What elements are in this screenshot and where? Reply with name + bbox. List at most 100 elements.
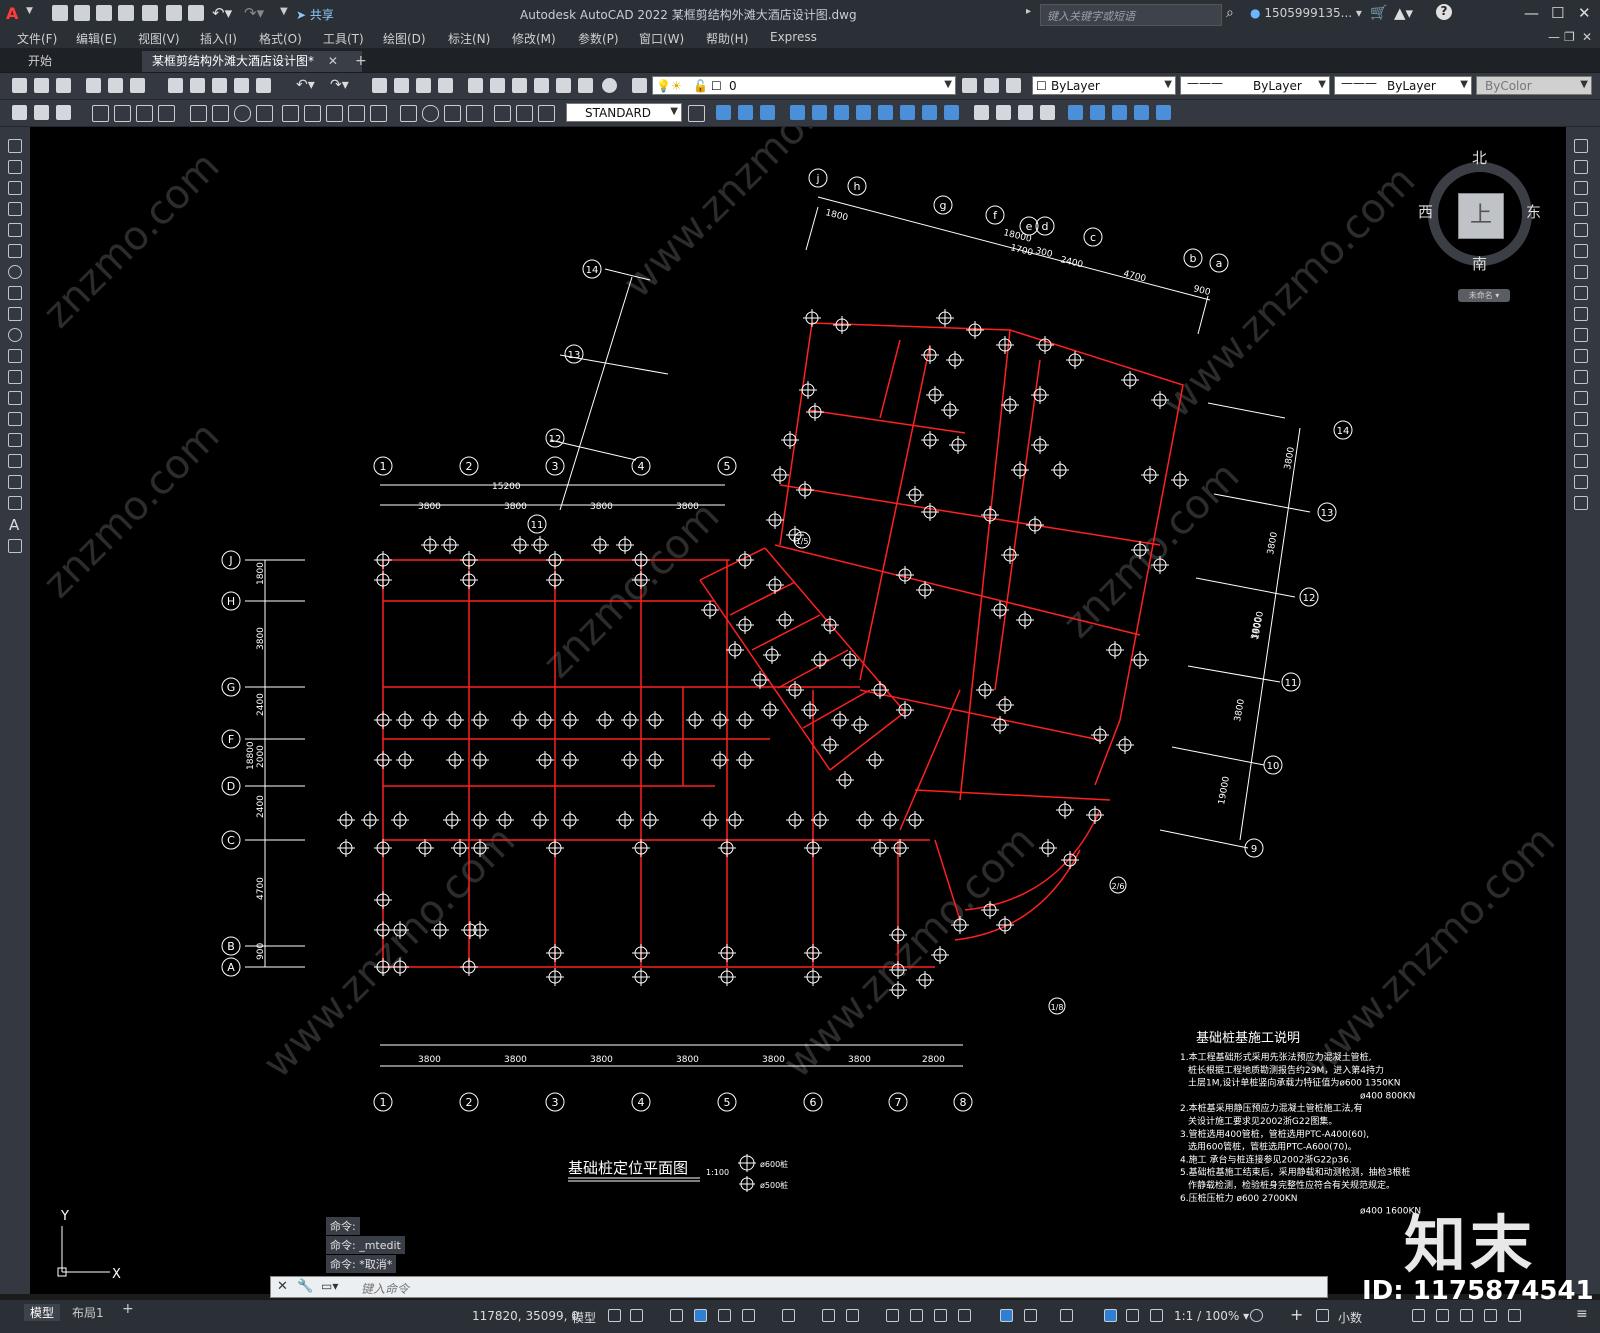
extend-icon[interactable] — [944, 105, 959, 120]
infer-icon[interactable] — [670, 1309, 683, 1322]
table-icon[interactable] — [8, 496, 22, 510]
dim-update-icon[interactable] — [538, 105, 555, 122]
drawing-canvas[interactable]: znzmo.com znzmo.com www.znzmo.com www.zn… — [30, 127, 1566, 1294]
construction-line-icon[interactable] — [8, 160, 22, 174]
spline-icon[interactable] — [8, 307, 22, 321]
zoom-window-icon[interactable] — [416, 78, 431, 93]
mirror-icon[interactable] — [1574, 181, 1588, 195]
clean-screen-icon[interactable] — [1508, 1309, 1521, 1322]
jogged-linear-icon[interactable] — [466, 105, 483, 122]
arc-length-icon[interactable] — [136, 105, 153, 122]
tool-palettes-icon[interactable] — [512, 78, 527, 93]
menu-modify[interactable]: 修改(M) — [512, 30, 556, 47]
baseline-dim-icon[interactable] — [304, 105, 321, 122]
polygon-icon[interactable] — [8, 202, 22, 216]
export-icon[interactable] — [166, 5, 182, 21]
tab-drawing[interactable]: 某框剪结构外滩大酒店设计图* ✕ — [142, 51, 362, 72]
search-icon[interactable]: ⌕ — [1226, 5, 1234, 21]
dim-space-icon[interactable] — [348, 105, 365, 122]
match-properties-icon[interactable] — [234, 78, 249, 93]
rectangle-icon[interactable] — [8, 223, 22, 237]
paste-icon[interactable] — [212, 78, 227, 93]
share-button[interactable]: ➤ 共享 — [296, 6, 334, 23]
cut-icon[interactable] — [168, 78, 183, 93]
rotate-icon[interactable] — [856, 105, 871, 120]
annotation-scale-value[interactable]: 1:1 / 100% ▾ — [1174, 1309, 1249, 1323]
fillet-icon[interactable] — [1040, 105, 1055, 120]
dyn-ucs-icon[interactable] — [1000, 1309, 1013, 1322]
search-input[interactable]: 键入关键字或短语 — [1040, 4, 1222, 26]
markup-icon[interactable] — [556, 78, 571, 93]
dim-edit-icon[interactable] — [494, 105, 511, 122]
dynamic-input-icon[interactable] — [694, 1309, 707, 1322]
make-block-icon[interactable] — [8, 391, 22, 405]
explode-icon[interactable] — [1068, 105, 1083, 120]
app-menu-chevron-icon[interactable]: ▼ — [26, 6, 33, 16]
plot-icon[interactable] — [86, 78, 101, 93]
pedit-icon[interactable] — [1090, 105, 1105, 120]
polyline-icon[interactable] — [8, 181, 22, 195]
add-layout-button[interactable]: + — [122, 1301, 134, 1317]
save-icon[interactable] — [56, 78, 71, 93]
osnap-icon[interactable] — [846, 1309, 859, 1322]
cart-icon[interactable]: 🛒 — [1370, 5, 1387, 21]
join-icon[interactable] — [1574, 412, 1588, 426]
doc-minimize-icon[interactable]: — — [1548, 30, 1560, 44]
maximize-icon[interactable]: ☐ — [1551, 4, 1564, 22]
linetype-dropdown[interactable]: ——— ByLayer ▼ — [1180, 76, 1330, 95]
scale-icon[interactable] — [1574, 286, 1588, 300]
angular-dim-icon[interactable] — [256, 105, 273, 122]
circle-icon[interactable] — [8, 265, 22, 279]
selection-filter-icon[interactable] — [1024, 1309, 1037, 1322]
doc-close-icon[interactable]: ✕ — [1582, 30, 1592, 44]
annotation-visibility-icon[interactable] — [1104, 1309, 1117, 1322]
mirror-icon[interactable] — [760, 105, 775, 120]
line-icon[interactable] — [8, 139, 22, 153]
menu-draw[interactable]: 绘图(D) — [383, 30, 426, 47]
grid-icon[interactable] — [608, 1309, 621, 1322]
attedit-icon[interactable] — [1156, 105, 1171, 120]
tab-close-icon[interactable]: ✕ — [328, 54, 338, 68]
trim-icon[interactable] — [1574, 328, 1588, 342]
lock-ui-icon[interactable] — [1436, 1309, 1449, 1322]
extend-icon[interactable] — [1574, 349, 1588, 363]
copy-icon[interactable] — [190, 78, 205, 93]
hardware-acceleration-icon[interactable] — [1484, 1309, 1497, 1322]
3d-osnap-icon[interactable] — [958, 1309, 971, 1322]
annotation-scale-icon[interactable] — [1150, 1309, 1163, 1322]
layer-dropdown[interactable]: 💡☀ 🔓 ☐ 0 ▼ — [652, 76, 956, 95]
annotation-monitor-icon[interactable]: + — [1290, 1305, 1303, 1324]
menu-file[interactable]: 文件(F) — [17, 30, 57, 47]
trim-icon[interactable] — [922, 105, 937, 120]
scale-icon[interactable] — [878, 105, 893, 120]
autodesk-app-icon[interactable]: ▲▾ — [1394, 4, 1413, 22]
auto-scale-icon[interactable] — [1126, 1309, 1139, 1322]
publish-icon[interactable] — [142, 5, 158, 21]
save-icon[interactable] — [96, 5, 112, 21]
fillet-icon[interactable] — [1574, 454, 1588, 468]
preview-icon[interactable] — [108, 78, 123, 93]
dim-text-edit-icon[interactable] — [516, 105, 533, 122]
workspace-icon[interactable] — [12, 105, 27, 120]
color-dropdown[interactable]: ☐ ByLayer ▼ — [1032, 76, 1176, 95]
erase-icon[interactable] — [1574, 139, 1588, 153]
linear-dim-icon[interactable] — [92, 105, 109, 122]
menu-tools[interactable]: 工具(T) — [323, 30, 364, 47]
insert-block-icon[interactable] — [8, 370, 22, 384]
layer-states-icon[interactable] — [1006, 78, 1021, 93]
new-icon[interactable] — [12, 78, 27, 93]
revision-cloud-icon[interactable] — [8, 286, 22, 300]
lineweight-dropdown[interactable]: ——— ByLayer ▼ — [1334, 76, 1472, 95]
customization-menu-icon[interactable]: ≡ — [1576, 1306, 1588, 1322]
menu-format[interactable]: 格式(O) — [259, 30, 302, 47]
quick-dim-icon[interactable] — [282, 105, 299, 122]
make-current-layer-icon[interactable] — [962, 78, 977, 93]
blend-icon[interactable] — [1574, 475, 1588, 489]
user-account[interactable]: ● 1505999135... ▾ — [1250, 6, 1362, 20]
calculator-icon[interactable] — [578, 78, 593, 93]
region-icon[interactable] — [8, 475, 22, 489]
break-at-point-icon[interactable] — [1574, 370, 1588, 384]
ortho-icon[interactable] — [718, 1309, 731, 1322]
menu-help[interactable]: 帮助(H) — [706, 30, 748, 47]
publish-icon[interactable] — [130, 78, 145, 93]
